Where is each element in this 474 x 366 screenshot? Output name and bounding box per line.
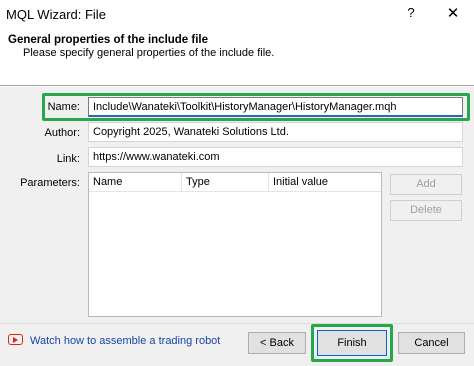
finish-button[interactable]: Finish [317, 330, 387, 356]
name-label: Name: [47, 101, 80, 113]
footer-divider [0, 323, 474, 324]
youtube-play-icon[interactable] [8, 334, 23, 345]
delete-button[interactable]: Delete [390, 200, 462, 221]
parameters-label: Parameters: [20, 177, 80, 189]
link-label: Link: [56, 153, 80, 165]
column-header-initial-value[interactable]: Initial value [269, 173, 382, 192]
author-field[interactable]: Copyright 2025, Wanateki Solutions Ltd. [88, 122, 463, 142]
link-field[interactable]: https://www.wanateki.com [88, 147, 463, 167]
cancel-button[interactable]: Cancel [398, 332, 465, 354]
column-header-type[interactable]: Type [182, 173, 269, 192]
watch-video-link[interactable]: Watch how to assemble a trading robot [30, 335, 220, 347]
author-label: Author: [44, 127, 80, 139]
window-title: MQL Wizard: File [6, 7, 106, 22]
back-button[interactable]: < Back [248, 332, 306, 354]
help-icon[interactable]: ? [403, 5, 419, 23]
column-header-name[interactable]: Name [89, 173, 182, 192]
title-bar: MQL Wizard: File ? ✕ [0, 0, 474, 30]
table-header: Name Type Initial value [89, 173, 381, 192]
header-title: General properties of the include file [8, 34, 209, 46]
name-field[interactable]: Include\Wanateki\Toolkit\HistoryManager\… [88, 97, 463, 117]
add-button[interactable]: Add [390, 174, 462, 195]
header-subtitle: Please specify general properties of the… [23, 47, 275, 59]
close-icon[interactable]: ✕ [444, 4, 462, 24]
parameters-table[interactable]: Name Type Initial value [88, 172, 382, 317]
wizard-header: General properties of the include file P… [0, 30, 474, 86]
